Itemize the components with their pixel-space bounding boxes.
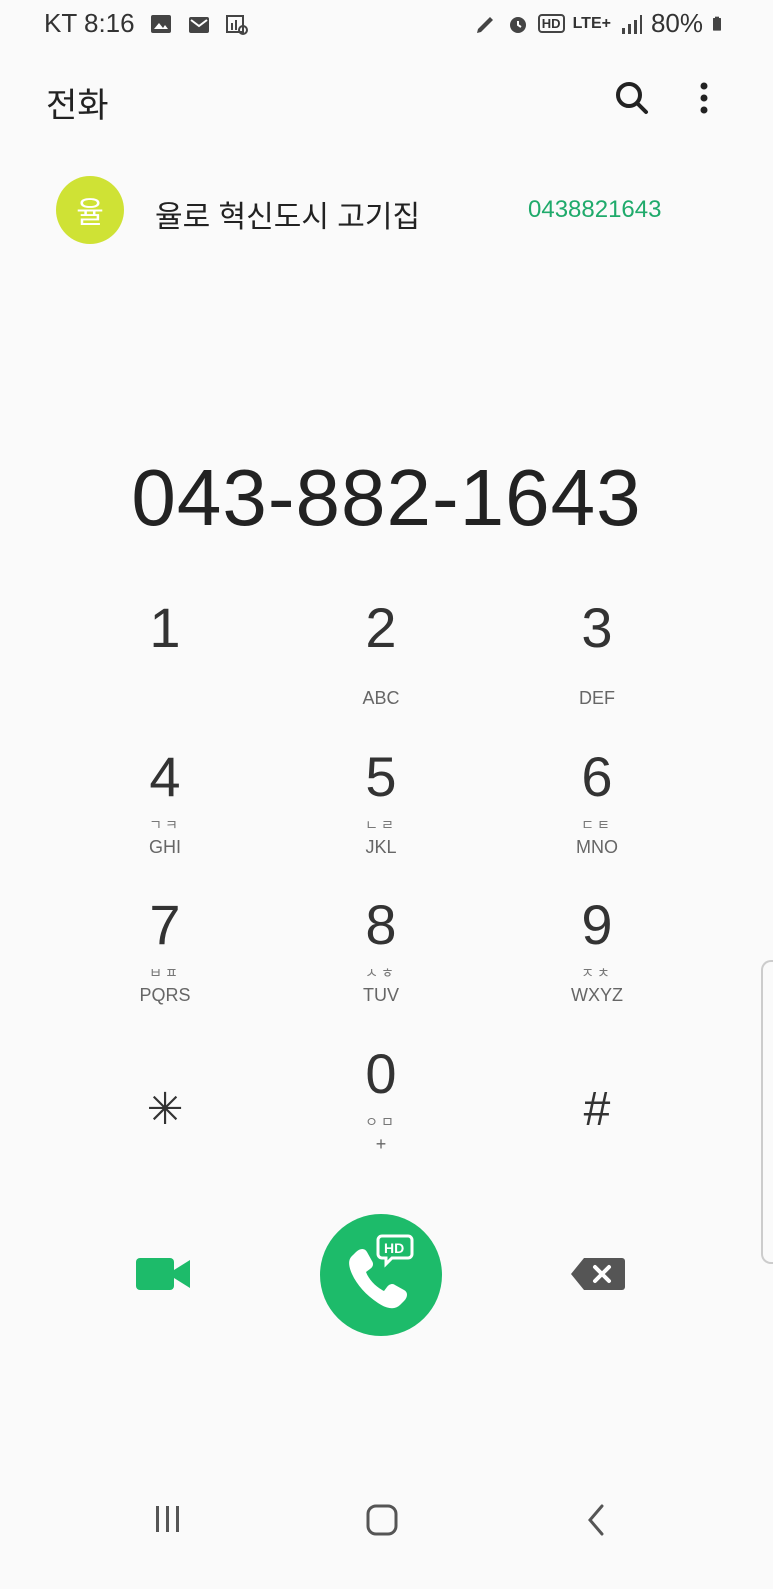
key-star[interactable]: ✳: [65, 1078, 265, 1218]
key-digit: 1: [149, 596, 181, 659]
key-letters: DEF: [579, 688, 615, 708]
alarm-icon: [509, 16, 526, 33]
key-korean: ㅇㅁ: [365, 1114, 397, 1130]
key-3[interactable]: 3 DEF: [497, 596, 697, 736]
key-digit: #: [583, 1083, 611, 1136]
avatar: 율: [56, 176, 124, 244]
key-letters: ABC: [362, 688, 400, 708]
key-digit: 8: [365, 893, 397, 956]
search-icon[interactable]: [610, 76, 654, 120]
home-icon[interactable]: [364, 1500, 400, 1540]
key-korean: ㄷㅌ: [581, 817, 613, 833]
key-digit: 7: [149, 893, 181, 956]
key-digit: 2: [365, 596, 397, 659]
key-hash[interactable]: #: [497, 1078, 697, 1218]
key-5[interactable]: 5 ㄴㄹ JKL: [281, 745, 481, 885]
key-letters: +: [375, 1134, 387, 1154]
gallery-icon: [150, 14, 171, 33]
key-korean: ㄴㄹ: [365, 817, 397, 833]
back-icon[interactable]: [582, 1500, 610, 1540]
call-hd-badge: HD: [384, 1240, 405, 1256]
contact-number: 0438821643: [528, 196, 662, 223]
key-korean: ㅈㅊ: [581, 965, 613, 981]
status-right: HD LTE+ 80%: [474, 8, 727, 39]
signal-icon: [621, 14, 642, 34]
key-6[interactable]: 6 ㄷㅌ MNO: [497, 745, 697, 885]
key-digit: 6: [581, 745, 613, 808]
recent-apps-icon[interactable]: [152, 1500, 184, 1540]
key-letters: GHI: [148, 837, 181, 857]
key-digit: 5: [365, 745, 397, 808]
mail-icon: [188, 16, 209, 33]
battery-icon: [713, 16, 721, 31]
key-4[interactable]: 4 ㄱㅋ GHI: [65, 745, 265, 885]
chart-search-icon: [225, 14, 248, 35]
network-type: LTE+: [572, 14, 611, 32]
more-vertical-icon[interactable]: [690, 76, 718, 120]
key-letters: MNO: [576, 837, 618, 857]
hd-voice-badge: HD: [537, 14, 565, 33]
key-digit: 9: [581, 893, 613, 956]
key-korean: ㅅㅎ: [365, 965, 397, 981]
backspace-icon[interactable]: [570, 1256, 626, 1292]
page-title: 전화: [46, 87, 109, 125]
video-call-icon[interactable]: [134, 1254, 194, 1294]
call-button[interactable]: HD: [320, 1214, 442, 1336]
key-letters: JKL: [365, 837, 397, 857]
key-digit: ✳: [146, 1085, 184, 1134]
dialed-number[interactable]: 043-882-1643: [0, 452, 773, 544]
carrier-time: KT 8:16: [44, 8, 135, 38]
key-korean: ㄱㅋ: [149, 817, 181, 833]
battery-percent: 80%: [650, 8, 703, 38]
key-letters: TUV: [363, 985, 399, 1005]
key-letters: WXYZ: [571, 985, 623, 1005]
status-left: KT 8:16: [44, 8, 249, 39]
key-2[interactable]: 2 ABC: [281, 596, 481, 736]
phone-hd-icon: [349, 1234, 414, 1309]
key-digit: 4: [149, 745, 181, 808]
key-letters: PQRS: [139, 985, 191, 1005]
edge-panel-handle[interactable]: [761, 960, 773, 1264]
key-7[interactable]: 7 ㅂㅍ PQRS: [65, 893, 265, 1033]
key-1[interactable]: 1: [65, 596, 265, 736]
key-0[interactable]: 0 ㅇㅁ +: [281, 1042, 481, 1182]
avatar-letter: 율: [76, 197, 104, 230]
key-8[interactable]: 8 ㅅㅎ TUV: [281, 893, 481, 1033]
key-digit: 3: [581, 596, 613, 659]
key-9[interactable]: 9 ㅈㅊ WXYZ: [497, 893, 697, 1033]
pen-icon: [476, 16, 493, 33]
contact-name: 율로 혁신도시 고기집: [155, 201, 421, 234]
key-korean: ㅂㅍ: [149, 965, 181, 981]
key-digit: 0: [365, 1042, 397, 1105]
